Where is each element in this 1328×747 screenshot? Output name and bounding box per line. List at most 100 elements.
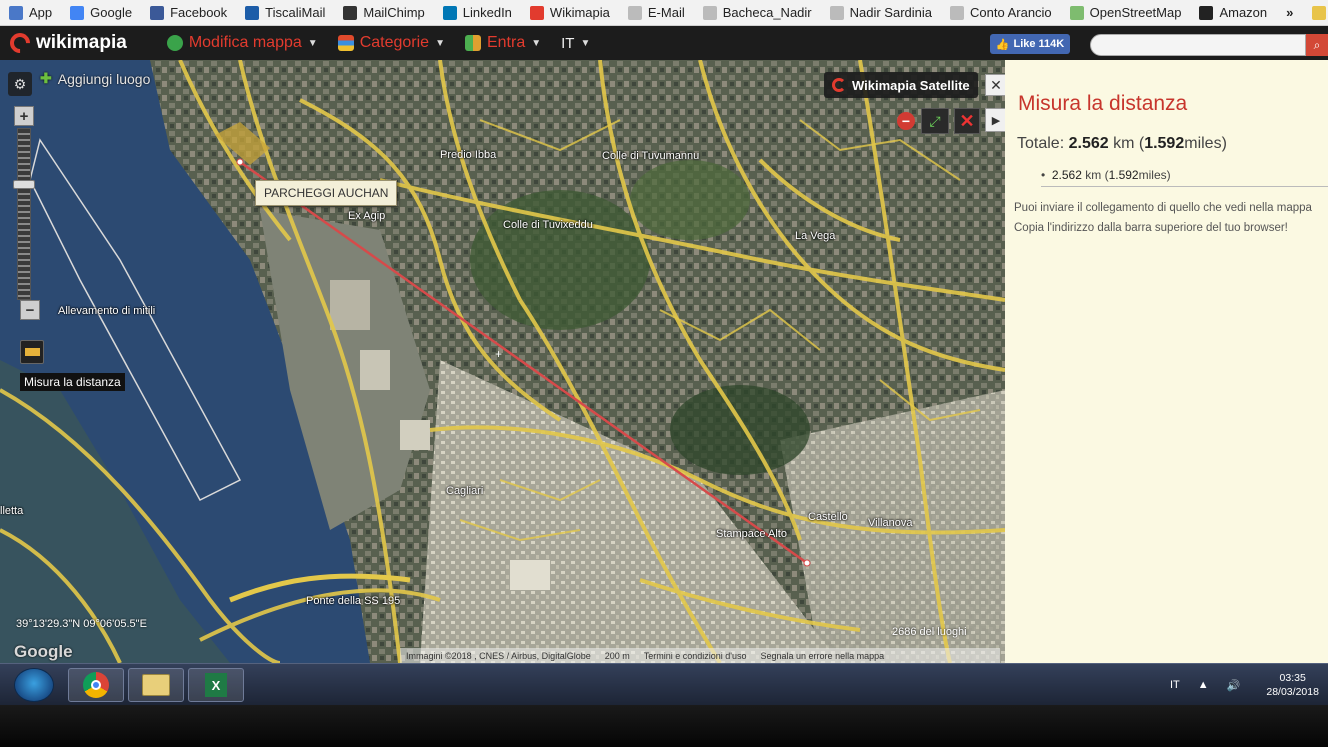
taskbar-excel[interactable]: X [188, 668, 244, 702]
bookmark-label: Amazon [1219, 5, 1268, 20]
bookmark-label: MailChimp [363, 5, 425, 20]
mailchimp-icon [343, 5, 358, 20]
bookmark-label: Conto Arancio [970, 5, 1052, 20]
terms-link[interactable]: Termini e condizioni d'uso [644, 651, 747, 661]
page-icon [627, 5, 642, 20]
chrome-icon [83, 672, 109, 698]
bookmark-linkedin[interactable]: LinkedIn [434, 0, 521, 25]
menu-categorie[interactable]: Categorie ▼ [328, 26, 455, 60]
bookmarks-bar: App Google Facebook TiscaliMail MailChimp Lin… [0, 0, 1328, 26]
clock-date: 28/03/2018 [1266, 686, 1319, 698]
bookmarks-overflow-button[interactable]: » [1276, 5, 1303, 20]
bookmark-wikimapia[interactable]: Wikimapia [521, 0, 619, 25]
minus-icon: − [25, 301, 35, 319]
total-km-value: 2.562 [1068, 135, 1109, 152]
map-label-ex-agip: Ex Agip [348, 210, 386, 222]
volume-icon[interactable]: 🔊 [1227, 679, 1241, 692]
taskbar-chrome[interactable] [68, 668, 124, 702]
fit-to-line-button[interactable]: ⤢ [921, 108, 949, 134]
bookmark-label: Bacheca_Nadir [722, 5, 812, 20]
close-icon: ✕ [959, 110, 975, 131]
bookmark-bacheca-nadir[interactable]: Bacheca_Nadir [694, 0, 821, 25]
search-input[interactable] [1090, 34, 1306, 56]
bookmark-amazon[interactable]: Amazon [1190, 0, 1276, 25]
chevron-down-icon: ▼ [435, 37, 445, 49]
wikimapia-icon [529, 5, 544, 20]
place-tooltip-parcheggi-auchan[interactable]: PARCHEGGI AUCHAN [255, 180, 398, 206]
chevron-up-icon[interactable]: ▲ [1198, 679, 1209, 691]
panel-close-button[interactable]: ✕ [985, 74, 1005, 96]
bookmark-label: Wikimapia [549, 5, 610, 20]
language-selector[interactable]: IT ▼ [551, 26, 600, 60]
report-error-link[interactable]: Segnala un errore nella mappa [761, 651, 885, 661]
login-icon [464, 35, 481, 51]
ruler-icon [24, 348, 40, 356]
bookmark-label: Google [90, 5, 133, 20]
segment-km-value: 2.562 [1051, 168, 1082, 182]
add-place-label: Aggiungi luogo [57, 70, 151, 87]
zoom-slider-handle[interactable] [13, 180, 35, 189]
zoom-slider[interactable] [17, 128, 31, 300]
chevron-down-icon: ▼ [531, 37, 542, 49]
bookmark-app[interactable]: App [0, 0, 61, 25]
linkedin-icon [442, 5, 457, 20]
menu-label: Categorie [359, 34, 430, 51]
zoom-in-button[interactable]: + [14, 106, 34, 126]
bookmark-openstreetmap[interactable]: OpenStreetMap [1061, 0, 1191, 25]
map-label-ponte-ss195: Ponte della SS 195 [306, 595, 401, 607]
coordinates-readout: 39°13'29.3"N 09°06'05.5"E [16, 618, 147, 630]
add-place-button[interactable]: ✚ Aggiungi luogo [40, 70, 150, 87]
total-km-unit: km ( [1108, 135, 1145, 152]
bookmark-google[interactable]: Google [61, 0, 141, 25]
scale-label: 200 m [604, 650, 630, 661]
menu-modifica-mappa[interactable]: Modifica mappa ▼ [157, 26, 328, 60]
google-logo: Google [14, 642, 73, 661]
map-settings-button[interactable]: ⚙ [8, 72, 32, 96]
map-canvas[interactable]: + Predio Ibba Colle di Tuvumannu Colle d… [0, 60, 1005, 663]
excel-icon: X [205, 673, 227, 697]
facebook-like-button[interactable]: 👍 Like 114K [990, 34, 1070, 54]
copy-address-note: Copia l'indirizzo dalla barra superiore … [1014, 222, 1288, 234]
google-icon [70, 5, 85, 20]
expand-icon: ⤢ [929, 112, 941, 129]
bookmark-label: OpenStreetMap [1089, 5, 1182, 20]
bookmark-nadir-sardinia[interactable]: Nadir Sardinia [821, 0, 941, 25]
menu-entra[interactable]: Entra ▼ [455, 26, 551, 60]
total-prefix: Totale: [1017, 135, 1069, 152]
input-language[interactable]: IT [1170, 679, 1180, 691]
bookmark-tiscalimail[interactable]: TiscaliMail [236, 0, 334, 25]
start-button[interactable] [14, 668, 54, 702]
gear-icon: ⚙ [13, 75, 27, 92]
page-icon [829, 5, 844, 20]
map-label-lletta: lletta [0, 505, 24, 517]
share-note: Puoi inviare il collegamento di quello c… [1014, 202, 1312, 214]
bookmark-mailchimp[interactable]: MailChimp [334, 0, 433, 25]
monitor-bezel [0, 705, 1328, 747]
search-button[interactable]: ⌕ [1306, 34, 1328, 56]
zoom-out-button[interactable]: − [20, 300, 40, 320]
bookmark-e-mail[interactable]: E-Mail [619, 0, 694, 25]
remove-point-button[interactable]: − [897, 112, 915, 130]
map-label-la-vega: La Vega [795, 230, 836, 242]
panel-toggle-button[interactable]: ▶ [985, 108, 1005, 132]
map-label-allevamento: Allevamento di mitili [58, 305, 156, 317]
clear-measure-button[interactable]: ✕ [954, 108, 980, 134]
bookmark-facebook[interactable]: Facebook [141, 0, 236, 25]
map-label-castello: Castello [808, 511, 848, 523]
system-tray: IT ▲ 🔊 03:35 28/03/2018 [1170, 664, 1319, 706]
bookmark-label: Nadir Sardinia [849, 5, 932, 20]
wikimapia-logo[interactable]: wikimapia [0, 26, 137, 60]
page-icon [702, 5, 717, 20]
bookmark-label: LinkedIn [462, 5, 512, 20]
bookmark-conto-arancio[interactable]: Conto Arancio [941, 0, 1061, 25]
measure-distance-tool-button[interactable] [20, 340, 44, 364]
chevron-right-icon: ▶ [991, 114, 1001, 127]
map-type-selector[interactable]: Wikimapia Satellite [824, 72, 978, 98]
other-bookmarks-folder[interactable]: Altri Pre [1303, 0, 1328, 25]
globe-edit-icon [166, 35, 183, 51]
plus-icon: + [19, 107, 29, 125]
segment-miles-unit: miles) [1138, 168, 1171, 182]
wikimapia-icon [832, 78, 846, 92]
taskbar-clock[interactable]: 03:35 28/03/2018 [1266, 671, 1319, 699]
taskbar-explorer[interactable] [128, 668, 184, 702]
